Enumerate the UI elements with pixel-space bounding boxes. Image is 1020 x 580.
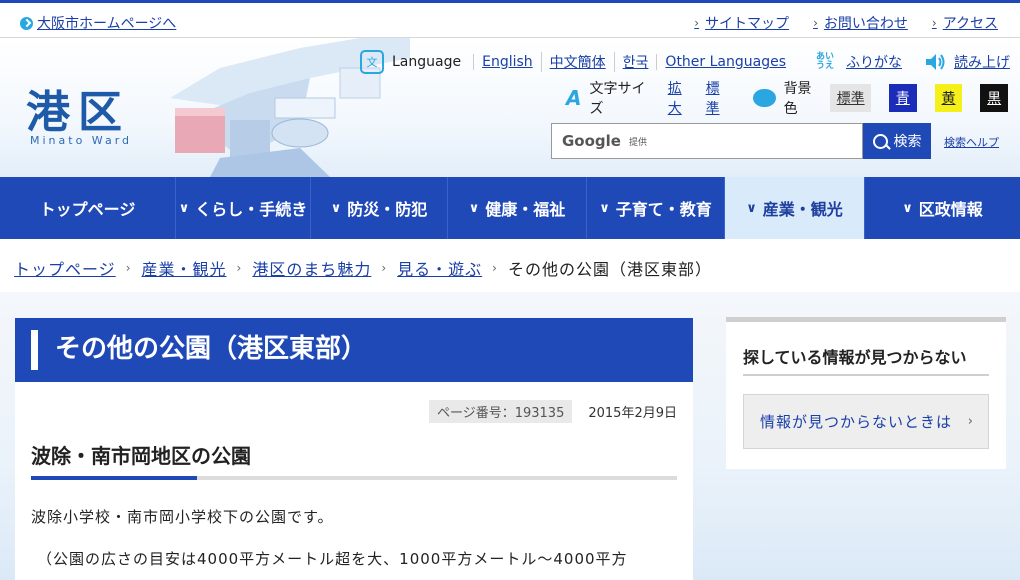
text-size-standard-button[interactable]: 標準 xyxy=(706,78,732,118)
contact-label: お問い合わせ xyxy=(823,16,908,32)
nav-industry-label: 産業・観光 xyxy=(762,200,843,219)
bg-blue-button[interactable]: 青 xyxy=(888,84,917,112)
breadcrumb-see-play[interactable]: 見る・遊ぶ xyxy=(397,256,482,280)
logo-subtitle: Minato Ward xyxy=(30,134,133,147)
page-date: 2015年2月9日 xyxy=(588,406,677,421)
breadcrumb: トップページ › 産業・観光 › 港区のまち魅力 › 見る・遊ぶ › その他の公… xyxy=(14,256,712,280)
chevron-right-icon: › xyxy=(813,16,818,30)
main-content: その他の公園（港区東部） ページ番号：193135 2015年2月9日 波除・南… xyxy=(15,318,693,580)
read-aloud-toggle[interactable]: 読み上げ xyxy=(924,52,1010,72)
chevron-right-icon: › xyxy=(931,16,937,30)
chevron-down-icon: ∨ xyxy=(902,200,913,216)
language-label: Language xyxy=(392,54,462,70)
breadcrumb-charm[interactable]: 港区のまち魅力 xyxy=(252,256,371,280)
accessibility-row: A 文字サイズ 拡大 標準 背景色 標準 青 黄 黒 xyxy=(566,81,1020,117)
nav-health-label: 健康・福祉 xyxy=(485,200,566,219)
contact-link[interactable]: › お問い合わせ xyxy=(813,13,908,33)
search-button-label: 検索 xyxy=(893,134,922,150)
breadcrumb-top[interactable]: トップページ xyxy=(14,256,116,280)
nav-childcare-label: 子育て・教育 xyxy=(615,200,712,219)
utility-links: › サイトマップ › お問い合わせ › アクセス xyxy=(694,13,998,33)
search-icon xyxy=(872,133,888,149)
sitemap-link[interactable]: › サイトマップ xyxy=(694,13,789,33)
nav-health[interactable]: ∨ 健康・福祉 xyxy=(448,177,587,239)
global-nav: トップページ ∨ くらし・手続き ∨ 防災・防犯 ∨ 健康・福祉 ∨ 子育て・教… xyxy=(0,177,1020,239)
access-link[interactable]: › アクセス xyxy=(932,13,998,33)
lang-english-link[interactable]: English xyxy=(473,54,541,70)
read-aloud-link[interactable]: 読み上げ xyxy=(954,52,1010,72)
nav-disaster-label: 防災・防犯 xyxy=(347,200,428,219)
page-number: ページ番号：193135 xyxy=(428,400,573,423)
chevron-down-icon: ∨ xyxy=(178,200,190,216)
osaka-city-link-label: 大阪市ホームページへ xyxy=(37,16,177,32)
sidebar-not-found-box: 探している情報が見つからない 情報が見つからないときは › xyxy=(726,317,1006,469)
text-size-label: 文字サイズ xyxy=(589,81,646,117)
access-label: アクセス xyxy=(942,16,998,32)
site-search: Google 提供 検索 xyxy=(551,123,931,159)
chevron-right-icon: › xyxy=(492,261,498,275)
chevron-down-icon: ∨ xyxy=(330,200,342,216)
text-size-icon: A xyxy=(566,86,582,110)
furigana-icon: あい うえ xyxy=(816,52,835,71)
chevron-down-icon: ∨ xyxy=(468,200,480,216)
page-title: その他の公園（港区東部） xyxy=(15,318,693,382)
google-logo: Google xyxy=(562,132,621,150)
nav-living[interactable]: ∨ くらし・手続き xyxy=(176,177,311,239)
sitemap-label: サイトマップ xyxy=(705,16,790,32)
chevron-right-icon: › xyxy=(125,261,132,275)
utility-bar: 大阪市ホームページへ › サイトマップ › お問い合わせ › アクセス xyxy=(0,0,1020,38)
nav-admin-label: 区政情報 xyxy=(918,200,983,219)
breadcrumb-current: その他の公園（港区東部） xyxy=(507,260,712,279)
chevron-right-icon: › xyxy=(694,16,700,30)
google-provided-label: 提供 xyxy=(628,137,647,148)
palette-icon xyxy=(753,89,776,107)
nav-industry[interactable]: ∨ 産業・観光 xyxy=(725,177,865,239)
heading-underline xyxy=(31,476,677,480)
search-help-link[interactable]: 検索ヘルプ xyxy=(944,134,999,150)
chevron-down-icon: ∨ xyxy=(746,200,757,216)
search-button[interactable]: 検索 xyxy=(863,123,931,159)
chevron-right-icon: › xyxy=(967,414,974,429)
chevron-right-icon: › xyxy=(236,261,243,275)
language-row: 文 Language English 中文簡体 한국 Other Languag… xyxy=(360,50,1010,74)
sidebar-title: 探している情報が見つからない xyxy=(743,348,967,367)
sidebar-divider xyxy=(743,374,989,376)
text-size-enlarge-button[interactable]: 拡大 xyxy=(668,78,694,118)
site-header: 港区 Minato Ward 文 Language English 中文簡体 한… xyxy=(0,38,1020,177)
body-paragraph: 波除小学校・南市岡小学校下の公園です。 xyxy=(31,508,334,526)
translate-icon: 文 xyxy=(360,50,384,74)
furigana-toggle[interactable]: あい うえ ふりがな xyxy=(812,52,902,72)
section-heading: 波除・南市岡地区の公園 xyxy=(31,444,251,468)
page-meta: ページ番号：193135 2015年2月9日 xyxy=(428,400,677,423)
nav-disaster[interactable]: ∨ 防災・防犯 xyxy=(311,177,448,239)
body-paragraph-note: （公園の広さの目安は4000平方メートル超を大、1000平方メートル～4000平… xyxy=(37,550,628,568)
nav-living-label: くらし・手続き xyxy=(195,200,308,219)
lang-chinese-link[interactable]: 中文簡体 xyxy=(540,52,614,72)
bg-black-button[interactable]: 黒 xyxy=(980,84,1008,112)
chevron-right-icon: › xyxy=(381,261,388,275)
nav-childcare[interactable]: ∨ 子育て・教育 xyxy=(587,177,725,239)
search-input[interactable]: Google 提供 xyxy=(551,123,863,159)
breadcrumb-industry[interactable]: 産業・観光 xyxy=(142,256,227,280)
bg-yellow-button[interactable]: 黄 xyxy=(934,84,963,112)
nav-admin[interactable]: ∨ 区政情報 xyxy=(865,177,1020,239)
speaker-icon xyxy=(926,54,945,70)
lang-korean-link[interactable]: 한국 xyxy=(613,52,657,72)
bg-standard-button[interactable]: 標準 xyxy=(830,84,871,112)
bg-color-label: 背景色 xyxy=(783,81,812,117)
not-found-button-label: 情報が見つからないときは xyxy=(760,413,953,431)
lang-other-link[interactable]: Other Languages xyxy=(656,54,794,70)
logo-title[interactable]: 港区 xyxy=(26,76,130,140)
arrow-circle-icon xyxy=(20,16,33,30)
furigana-link[interactable]: ふりがな xyxy=(846,52,902,72)
nav-top-page-label: トップページ xyxy=(39,200,136,219)
not-found-button[interactable]: 情報が見つからないときは › xyxy=(743,394,989,449)
osaka-city-link[interactable]: 大阪市ホームページへ xyxy=(20,13,176,33)
chevron-down-icon: ∨ xyxy=(599,200,610,216)
nav-top-page[interactable]: トップページ xyxy=(0,177,176,239)
